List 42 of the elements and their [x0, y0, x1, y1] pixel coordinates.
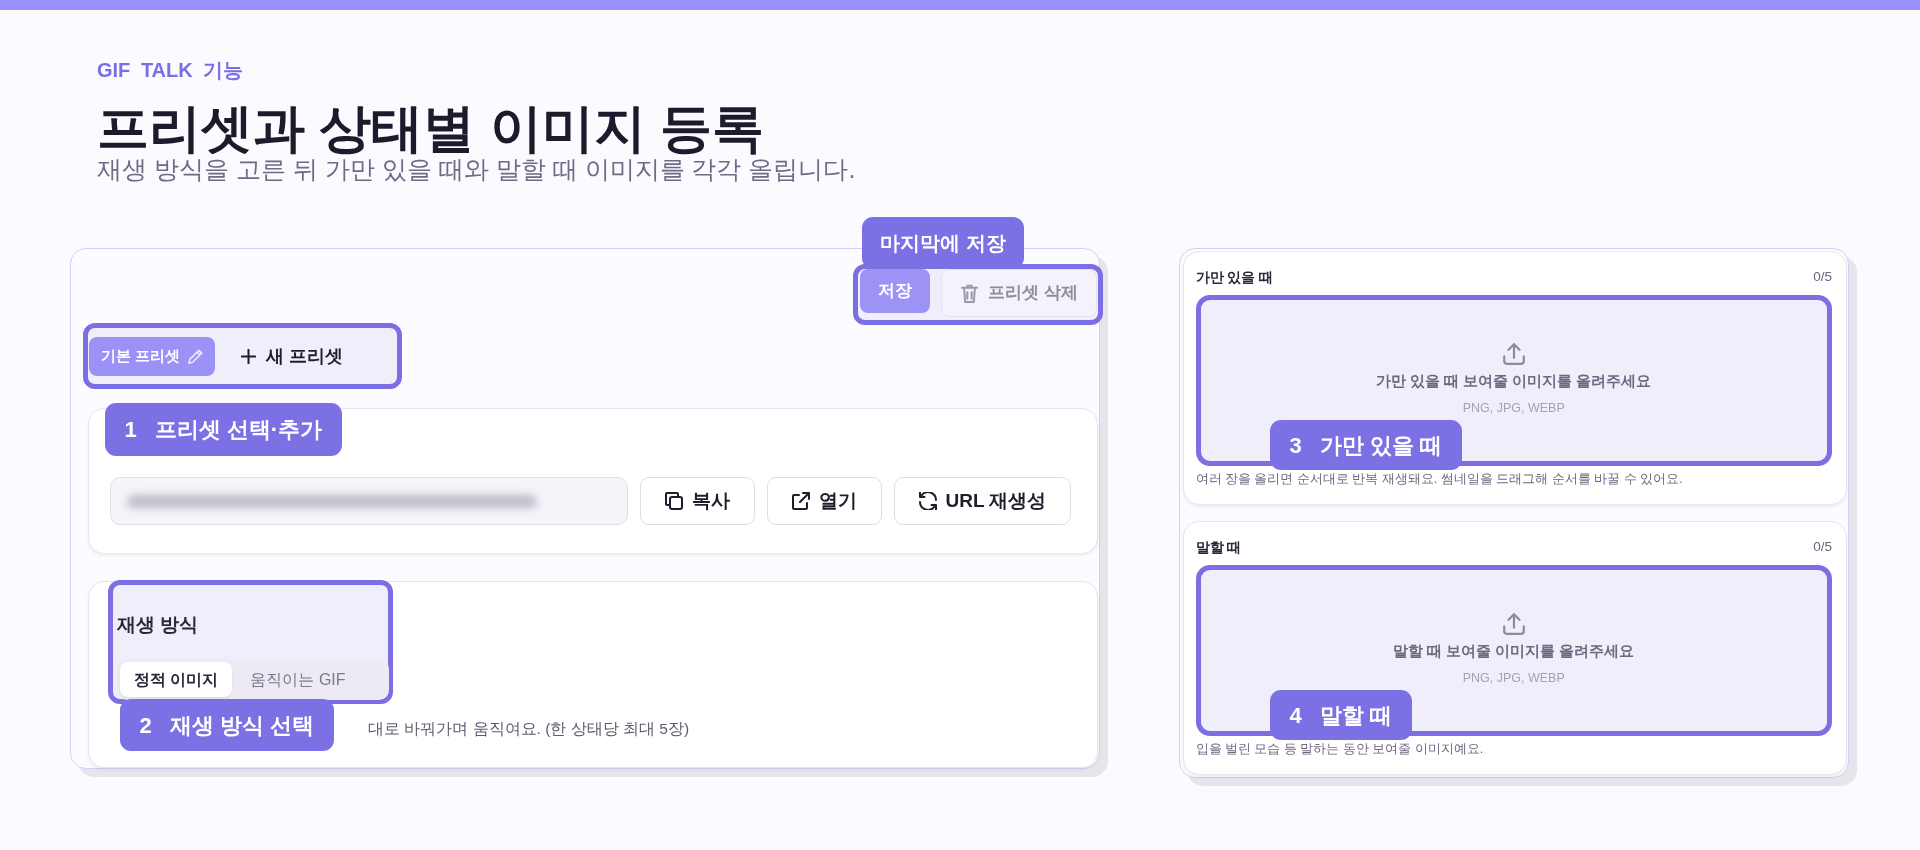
callout-text: 마지막에 저장: [880, 231, 1006, 256]
playback-option[interactable]: 정적 이미지: [120, 662, 233, 697]
page-subtitle: 재생 방식을 고른 뒤 가만 있을 때와 말할 때 이미지를 각각 올립니다.: [97, 155, 856, 184]
step-number: 1: [124, 416, 137, 444]
regenerate-url-button[interactable]: URL 재생성: [893, 477, 1072, 525]
external-link-icon: [791, 492, 810, 510]
copy-button[interactable]: 복사: [639, 477, 755, 525]
plus-icon: [240, 348, 256, 364]
state-title: 말할 때: [1195, 538, 1242, 556]
url-field[interactable]: [109, 477, 628, 525]
image-count: 0/5: [1813, 538, 1832, 556]
step-number: 3: [1289, 431, 1302, 460]
callout-text: 말할 때: [1319, 701, 1392, 730]
callout-text: 재생 방식 선택: [169, 711, 314, 740]
playback-option[interactable]: 움직이는 GIF: [236, 662, 360, 697]
callout-text: 가만 있을 때: [1319, 431, 1442, 460]
upload-icon: [1502, 613, 1525, 635]
upload-prompt: 말할 때 보여줄 이미지를 올려주세요: [1393, 642, 1635, 661]
image-count: 0/5: [1813, 268, 1832, 286]
file-formats: PNG, JPG, WEBP: [1462, 400, 1565, 416]
state-hint: 여러 장을 올리면 순서대로 반복 재생돼요. 썸네일을 드래그해 순서를 바꿀 수 있어요.: [1195, 471, 1683, 487]
playback-label: 재생 방식: [117, 613, 199, 637]
upload-prompt: 가만 있을 때 보여줄 이미지를 올려주세요: [1376, 372, 1652, 391]
save-button[interactable]: 저장: [860, 269, 931, 313]
refresh-icon: [918, 492, 937, 510]
upload-icon: [1502, 343, 1525, 365]
state-hint: 입을 벌린 모습 등 말하는 동안 보여줄 이미지예요.: [1195, 741, 1484, 757]
step-number: 2: [139, 711, 152, 740]
playback-description: 대로 바꿔가며 움직여요. (한 상태당 최대 5장): [368, 719, 690, 739]
page-title: 프리셋과 상태별 이미지 등록: [97, 100, 765, 156]
open-button[interactable]: 열기: [766, 477, 882, 525]
file-formats: PNG, JPG, WEBP: [1462, 670, 1565, 686]
copy-icon: [664, 492, 683, 510]
preset-tab[interactable]: 기본 프리셋: [88, 336, 215, 376]
section-eyebrow: GIF TALK 기능: [97, 58, 244, 82]
new-preset-button[interactable]: 새 프리셋: [240, 342, 343, 370]
state-title: 가만 있을 때: [1195, 268, 1274, 286]
delete-preset-button[interactable]: 프리셋 삭제: [941, 269, 1097, 317]
trash-icon: [960, 283, 980, 303]
pencil-icon: [187, 348, 203, 364]
callout-text: 프리셋 선택·추가: [154, 416, 323, 444]
step-number: 4: [1289, 701, 1302, 730]
